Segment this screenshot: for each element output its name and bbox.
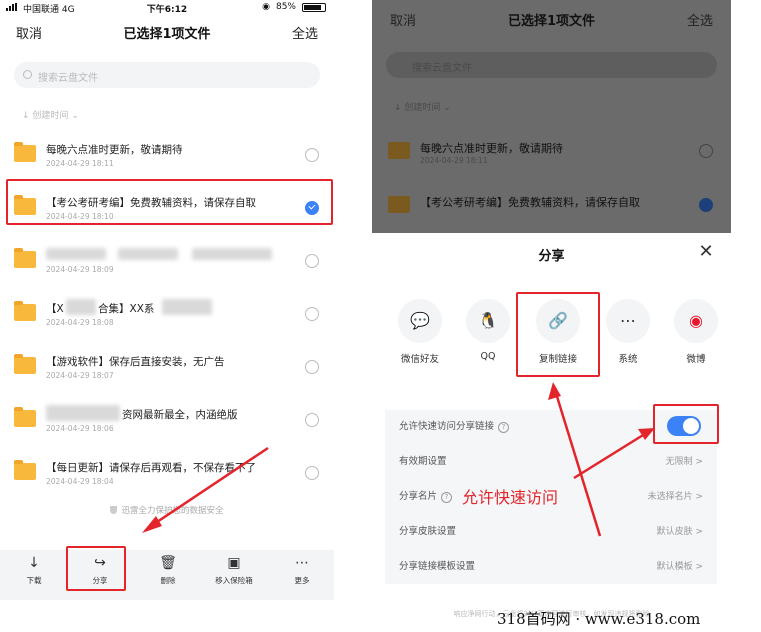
bottom-toolbar: ↓ 下载 ↪ 分享 🗑 删除 ▣ 移入保险箱 ⋯ 更多 xyxy=(0,550,334,600)
search-input[interactable]: 搜索云盘文件 xyxy=(14,62,320,88)
folder-icon xyxy=(14,460,36,480)
file-title-part: 合集】XX系 xyxy=(98,303,155,315)
blurred-title xyxy=(46,405,120,421)
sort-dropdown: ↓ 创建时间 ⌄ xyxy=(394,103,451,113)
help-icon[interactable]: ? xyxy=(441,492,453,503)
share-bottom-sheet: 分享 ✕ 💬 微信好友 🐧 QQ 🔗 复制链接 ⋯ 系统 ◉ 微博 允许快速访问… xyxy=(372,233,731,632)
qq-penguin-icon: 🐧 xyxy=(466,299,510,343)
orientation-lock-icon: ◉ xyxy=(262,2,270,12)
sort-dropdown[interactable]: ↓ 创建时间 ⌄ xyxy=(22,108,79,121)
safety-note: 迅雷全力保护您的数据安全 xyxy=(0,504,334,516)
select-radio[interactable] xyxy=(305,360,319,374)
share-skin-row[interactable]: 分享皮肤设置 默认皮肤 > xyxy=(385,515,717,549)
folder-icon xyxy=(14,248,36,268)
file-title: 资网最新最全，内涵绝版 xyxy=(122,409,238,421)
share-qq-button[interactable]: 🐧 QQ xyxy=(458,299,518,362)
folder-icon xyxy=(14,301,36,321)
close-icon[interactable]: ✕ xyxy=(696,241,716,262)
blurred-title xyxy=(66,299,96,315)
validity-row[interactable]: 有效期设置 无限制 > xyxy=(385,445,717,479)
select-radio[interactable] xyxy=(305,148,319,162)
folder-icon xyxy=(14,407,36,427)
search-placeholder: 搜索云盘文件 xyxy=(38,73,98,84)
select-radio xyxy=(699,144,713,158)
select-all-button[interactable]: 全选 xyxy=(292,23,318,42)
select-radio[interactable] xyxy=(305,413,319,427)
trash-icon: 🗑 xyxy=(159,555,177,571)
file-title: 【游戏软件】保存后直接安装，无广告 xyxy=(46,356,225,368)
select-radio[interactable] xyxy=(305,307,319,321)
select-all-button: 全选 xyxy=(686,14,713,29)
vault-icon: ▣ xyxy=(227,555,241,571)
file-row: 每晚六点准时更新，敬请期待 2024-04-29 18:11 xyxy=(372,134,731,184)
highlight-copy-link xyxy=(516,292,600,377)
page-title: 已选择1项文件 xyxy=(507,14,596,29)
file-date: 2024-04-29 18:07 xyxy=(46,371,114,380)
file-row[interactable]: 【每日更新】请保存后再观看，不保存看不了 2024-04-29 18:04 xyxy=(0,448,334,501)
blurred-title xyxy=(46,248,106,260)
file-row[interactable]: 2024-04-29 18:09 xyxy=(0,236,334,289)
file-date: 2024-04-29 18:09 xyxy=(46,265,114,274)
share-wechat-button[interactable]: 💬 微信好友 xyxy=(390,299,450,365)
file-date: 2024-04-29 18:11 xyxy=(46,159,114,168)
file-date: 2024-04-29 18:08 xyxy=(46,318,114,327)
file-title: 每晚六点准时更新，敬请期待 xyxy=(46,144,183,156)
nav-bar: 取消 已选择1项文件 全选 xyxy=(0,18,334,48)
search-icon xyxy=(23,70,32,79)
sheet-title: 分享 xyxy=(538,249,565,264)
highlight-toggle xyxy=(653,404,719,444)
battery-percent: 85% xyxy=(275,2,296,12)
share-system-button[interactable]: ⋯ 系统 xyxy=(598,299,658,365)
download-button[interactable]: ↓ 下载 xyxy=(4,554,64,586)
move-to-vault-button[interactable]: ▣ 移入保险箱 xyxy=(204,554,264,586)
more-dots-icon: ⋯ xyxy=(295,555,309,571)
select-radio[interactable] xyxy=(305,254,319,268)
battery-icon xyxy=(302,3,326,12)
more-button[interactable]: ⋯ 更多 xyxy=(272,554,332,586)
select-radio[interactable] xyxy=(305,466,319,480)
status-bar: 中国联通 4G 下午6:12 ◉ 85% xyxy=(0,0,334,15)
sort-label: 创建时间 xyxy=(32,111,69,121)
file-title-part: 【X xyxy=(46,303,64,315)
sort-arrow-icon: ↓ xyxy=(22,111,30,121)
share-sheet-screen: 取消 已选择1项文件 全选 搜索云盘文件 ↓ 创建时间 ⌄ 每晚六点准时更新，敬… xyxy=(372,0,731,632)
highlight-selected-row xyxy=(6,179,333,225)
share-weibo-button[interactable]: ◉ 微博 xyxy=(666,299,726,365)
folder-icon xyxy=(388,142,410,159)
folder-icon xyxy=(14,142,36,162)
dimmed-background[interactable]: 取消 已选择1项文件 全选 搜索云盘文件 ↓ 创建时间 ⌄ 每晚六点准时更新，敬… xyxy=(372,0,731,233)
help-icon[interactable]: ? xyxy=(498,422,510,433)
file-row-selected: 【考公考研考编】免费教辅资料，请保存自取 xyxy=(372,188,731,238)
delete-button[interactable]: 🗑 删除 xyxy=(138,554,198,586)
file-date: 2024-04-29 18:04 xyxy=(46,477,114,486)
search-input: 搜索云盘文件 xyxy=(386,52,717,78)
page-title: 已选择1项文件 xyxy=(123,27,211,42)
highlight-share-button xyxy=(66,546,126,591)
link-template-row[interactable]: 分享链接模板设置 默认模板 > xyxy=(385,550,717,584)
file-title: 【每日更新】请保存后再观看，不保存看不了 xyxy=(46,462,256,474)
blurred-title xyxy=(192,248,272,260)
wechat-icon: 💬 xyxy=(398,299,442,343)
file-row[interactable]: 资网最新最全，内涵绝版 2024-04-29 18:06 xyxy=(0,395,334,448)
blurred-title xyxy=(162,299,212,315)
weibo-icon: ◉ xyxy=(674,299,718,343)
file-row[interactable]: 【游戏软件】保存后直接安装，无广告 2024-04-29 18:07 xyxy=(0,342,334,395)
quick-access-label: 允许快速访问分享链接? xyxy=(399,418,510,433)
chevron-down-icon: ⌄ xyxy=(71,111,79,121)
download-icon: ↓ xyxy=(28,555,40,571)
watermark: 318首码网 · www.e318.com xyxy=(497,610,701,628)
blurred-title xyxy=(118,248,178,260)
file-row[interactable]: 每晚六点准时更新，敬请期待 2024-04-29 18:11 xyxy=(0,130,334,183)
file-row[interactable]: 【X 合集】XX系 2024-04-29 18:08 xyxy=(0,289,334,342)
shield-icon xyxy=(110,506,118,514)
more-dots-icon: ⋯ xyxy=(606,299,650,343)
folder-icon xyxy=(14,354,36,374)
screenshot-root: 中国联通 4G 下午6:12 ◉ 85% 取消 已选择1项文件 全选 搜索云盘文… xyxy=(0,0,761,632)
select-radio-checked xyxy=(699,198,713,212)
folder-icon xyxy=(388,196,410,213)
file-date: 2024-04-29 18:06 xyxy=(46,424,114,433)
annotation-text: 允许快速访问 xyxy=(462,488,559,507)
cancel-button[interactable]: 取消 xyxy=(16,23,42,42)
file-select-screen: 中国联通 4G 下午6:12 ◉ 85% 取消 已选择1项文件 全选 搜索云盘文… xyxy=(0,0,334,600)
